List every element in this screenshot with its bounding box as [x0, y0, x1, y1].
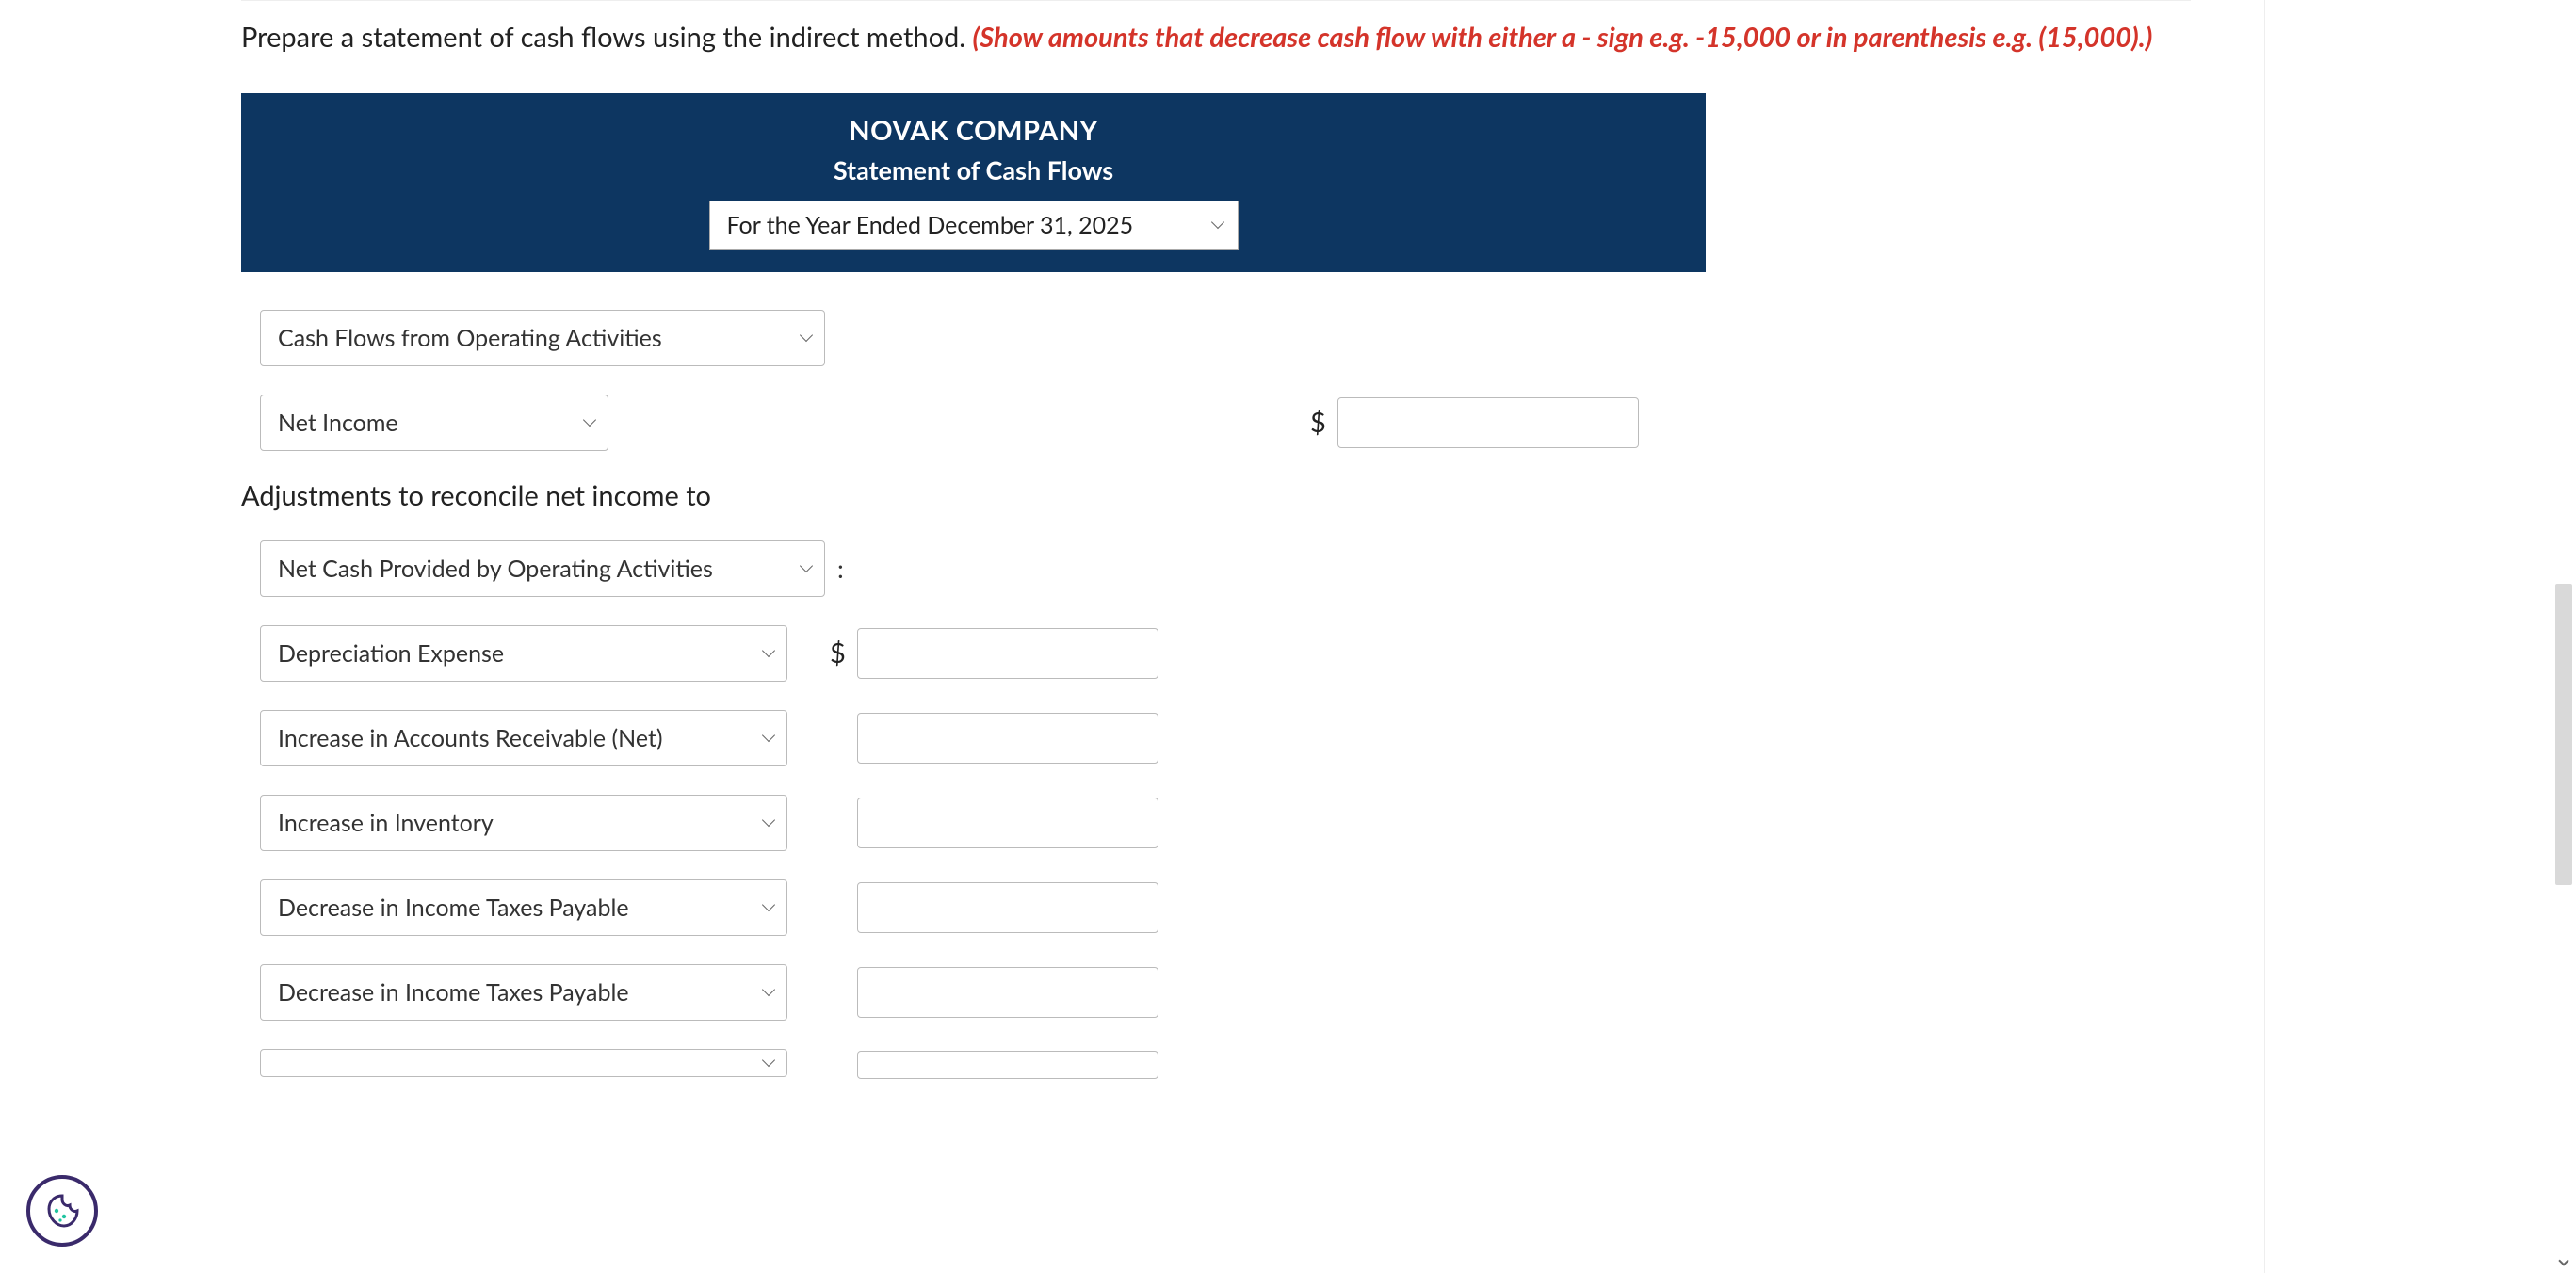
section-select-value: Cash Flows from Operating Activities	[278, 324, 662, 352]
row-net-income: Net Income $	[241, 395, 2191, 451]
chevron-down-icon	[800, 329, 813, 342]
chevron-down-icon	[762, 814, 775, 827]
statement-title: Statement of Cash Flows	[241, 154, 1706, 185]
row-ar: Increase in Accounts Receivable (Net) $	[241, 710, 2191, 766]
dollar-sign: $	[830, 636, 846, 669]
row-taxes-1: Decrease in Income Taxes Payable $	[241, 879, 2191, 936]
adjustments-label: Adjustments to reconcile net income to	[241, 479, 711, 512]
inventory-select-value: Increase in Inventory	[278, 809, 494, 837]
ar-select-value: Increase in Accounts Receivable (Net)	[278, 724, 663, 752]
instructions-red: (Show amounts that decrease cash flow wi…	[973, 21, 2153, 54]
chevron-down-icon	[583, 413, 596, 427]
taxes1-select-value: Decrease in Income Taxes Payable	[278, 894, 629, 922]
row-taxes-2: Decrease in Income Taxes Payable $	[241, 964, 2191, 1021]
dollar-sign: $	[1310, 406, 1326, 439]
chevron-down-icon	[762, 644, 775, 657]
blank-select[interactable]	[260, 1049, 787, 1077]
question-content: Prepare a statement of cash flows using …	[241, 0, 2191, 1082]
chevron-down-icon	[762, 983, 775, 996]
section-select[interactable]: Cash Flows from Operating Activities	[260, 310, 825, 366]
colon: :	[837, 553, 844, 584]
row-section-header: Cash Flows from Operating Activities	[241, 310, 2191, 366]
row-adjustments-label: Adjustments to reconcile net income to	[241, 479, 2191, 512]
taxes2-select[interactable]: Decrease in Income Taxes Payable	[260, 964, 787, 1021]
ar-select[interactable]: Increase in Accounts Receivable (Net)	[260, 710, 787, 766]
chevron-down-icon	[762, 898, 775, 911]
net-cash-select-value: Net Cash Provided by Operating Activitie…	[278, 555, 713, 583]
taxes1-input[interactable]	[857, 882, 1158, 933]
depreciation-select-value: Depreciation Expense	[278, 639, 504, 668]
blank-input[interactable]	[857, 1051, 1158, 1079]
depreciation-input[interactable]	[857, 628, 1158, 679]
chevron-down-icon	[762, 1054, 775, 1067]
statement-rows: Cash Flows from Operating Activities Net…	[241, 310, 2191, 1082]
statement-header: NOVAK COMPANY Statement of Cash Flows Fo…	[241, 93, 1706, 272]
net-cash-select[interactable]: Net Cash Provided by Operating Activitie…	[260, 540, 825, 597]
ar-input[interactable]	[857, 713, 1158, 764]
company-name: NOVAK COMPANY	[241, 114, 1706, 147]
taxes1-select[interactable]: Decrease in Income Taxes Payable	[260, 879, 787, 936]
scrollbar-thumb[interactable]	[2555, 584, 2572, 885]
chevron-down-icon	[800, 559, 813, 572]
instructions-black: Prepare a statement of cash flows using …	[241, 21, 973, 54]
row-net-cash: Net Cash Provided by Operating Activitie…	[241, 540, 2191, 597]
taxes2-input[interactable]	[857, 967, 1158, 1018]
cookie-icon	[43, 1192, 81, 1230]
row-blank: $	[241, 1049, 2191, 1082]
page: Prepare a statement of cash flows using …	[0, 0, 2576, 1273]
inventory-input[interactable]	[857, 798, 1158, 848]
chevron-down-icon	[1210, 216, 1223, 229]
period-select[interactable]: For the Year Ended December 31, 2025	[709, 201, 1239, 250]
inventory-select[interactable]: Increase in Inventory	[260, 795, 787, 851]
right-panel-divider	[2264, 0, 2265, 1273]
period-select-value: For the Year Ended December 31, 2025	[727, 211, 1134, 239]
chevron-down-icon	[762, 729, 775, 742]
instructions-text: Prepare a statement of cash flows using …	[241, 20, 2191, 56]
net-income-input[interactable]	[1337, 397, 1639, 448]
taxes2-select-value: Decrease in Income Taxes Payable	[278, 978, 629, 1007]
net-income-select[interactable]: Net Income	[260, 395, 608, 451]
row-depreciation: Depreciation Expense $	[241, 625, 2191, 682]
cookie-settings-button[interactable]	[26, 1175, 98, 1247]
chevron-down-icon	[2558, 1255, 2568, 1265]
depreciation-select[interactable]: Depreciation Expense	[260, 625, 787, 682]
scroll-down-button[interactable]	[2555, 1252, 2572, 1269]
net-income-select-value: Net Income	[278, 409, 398, 437]
row-inventory: Increase in Inventory $	[241, 795, 2191, 851]
